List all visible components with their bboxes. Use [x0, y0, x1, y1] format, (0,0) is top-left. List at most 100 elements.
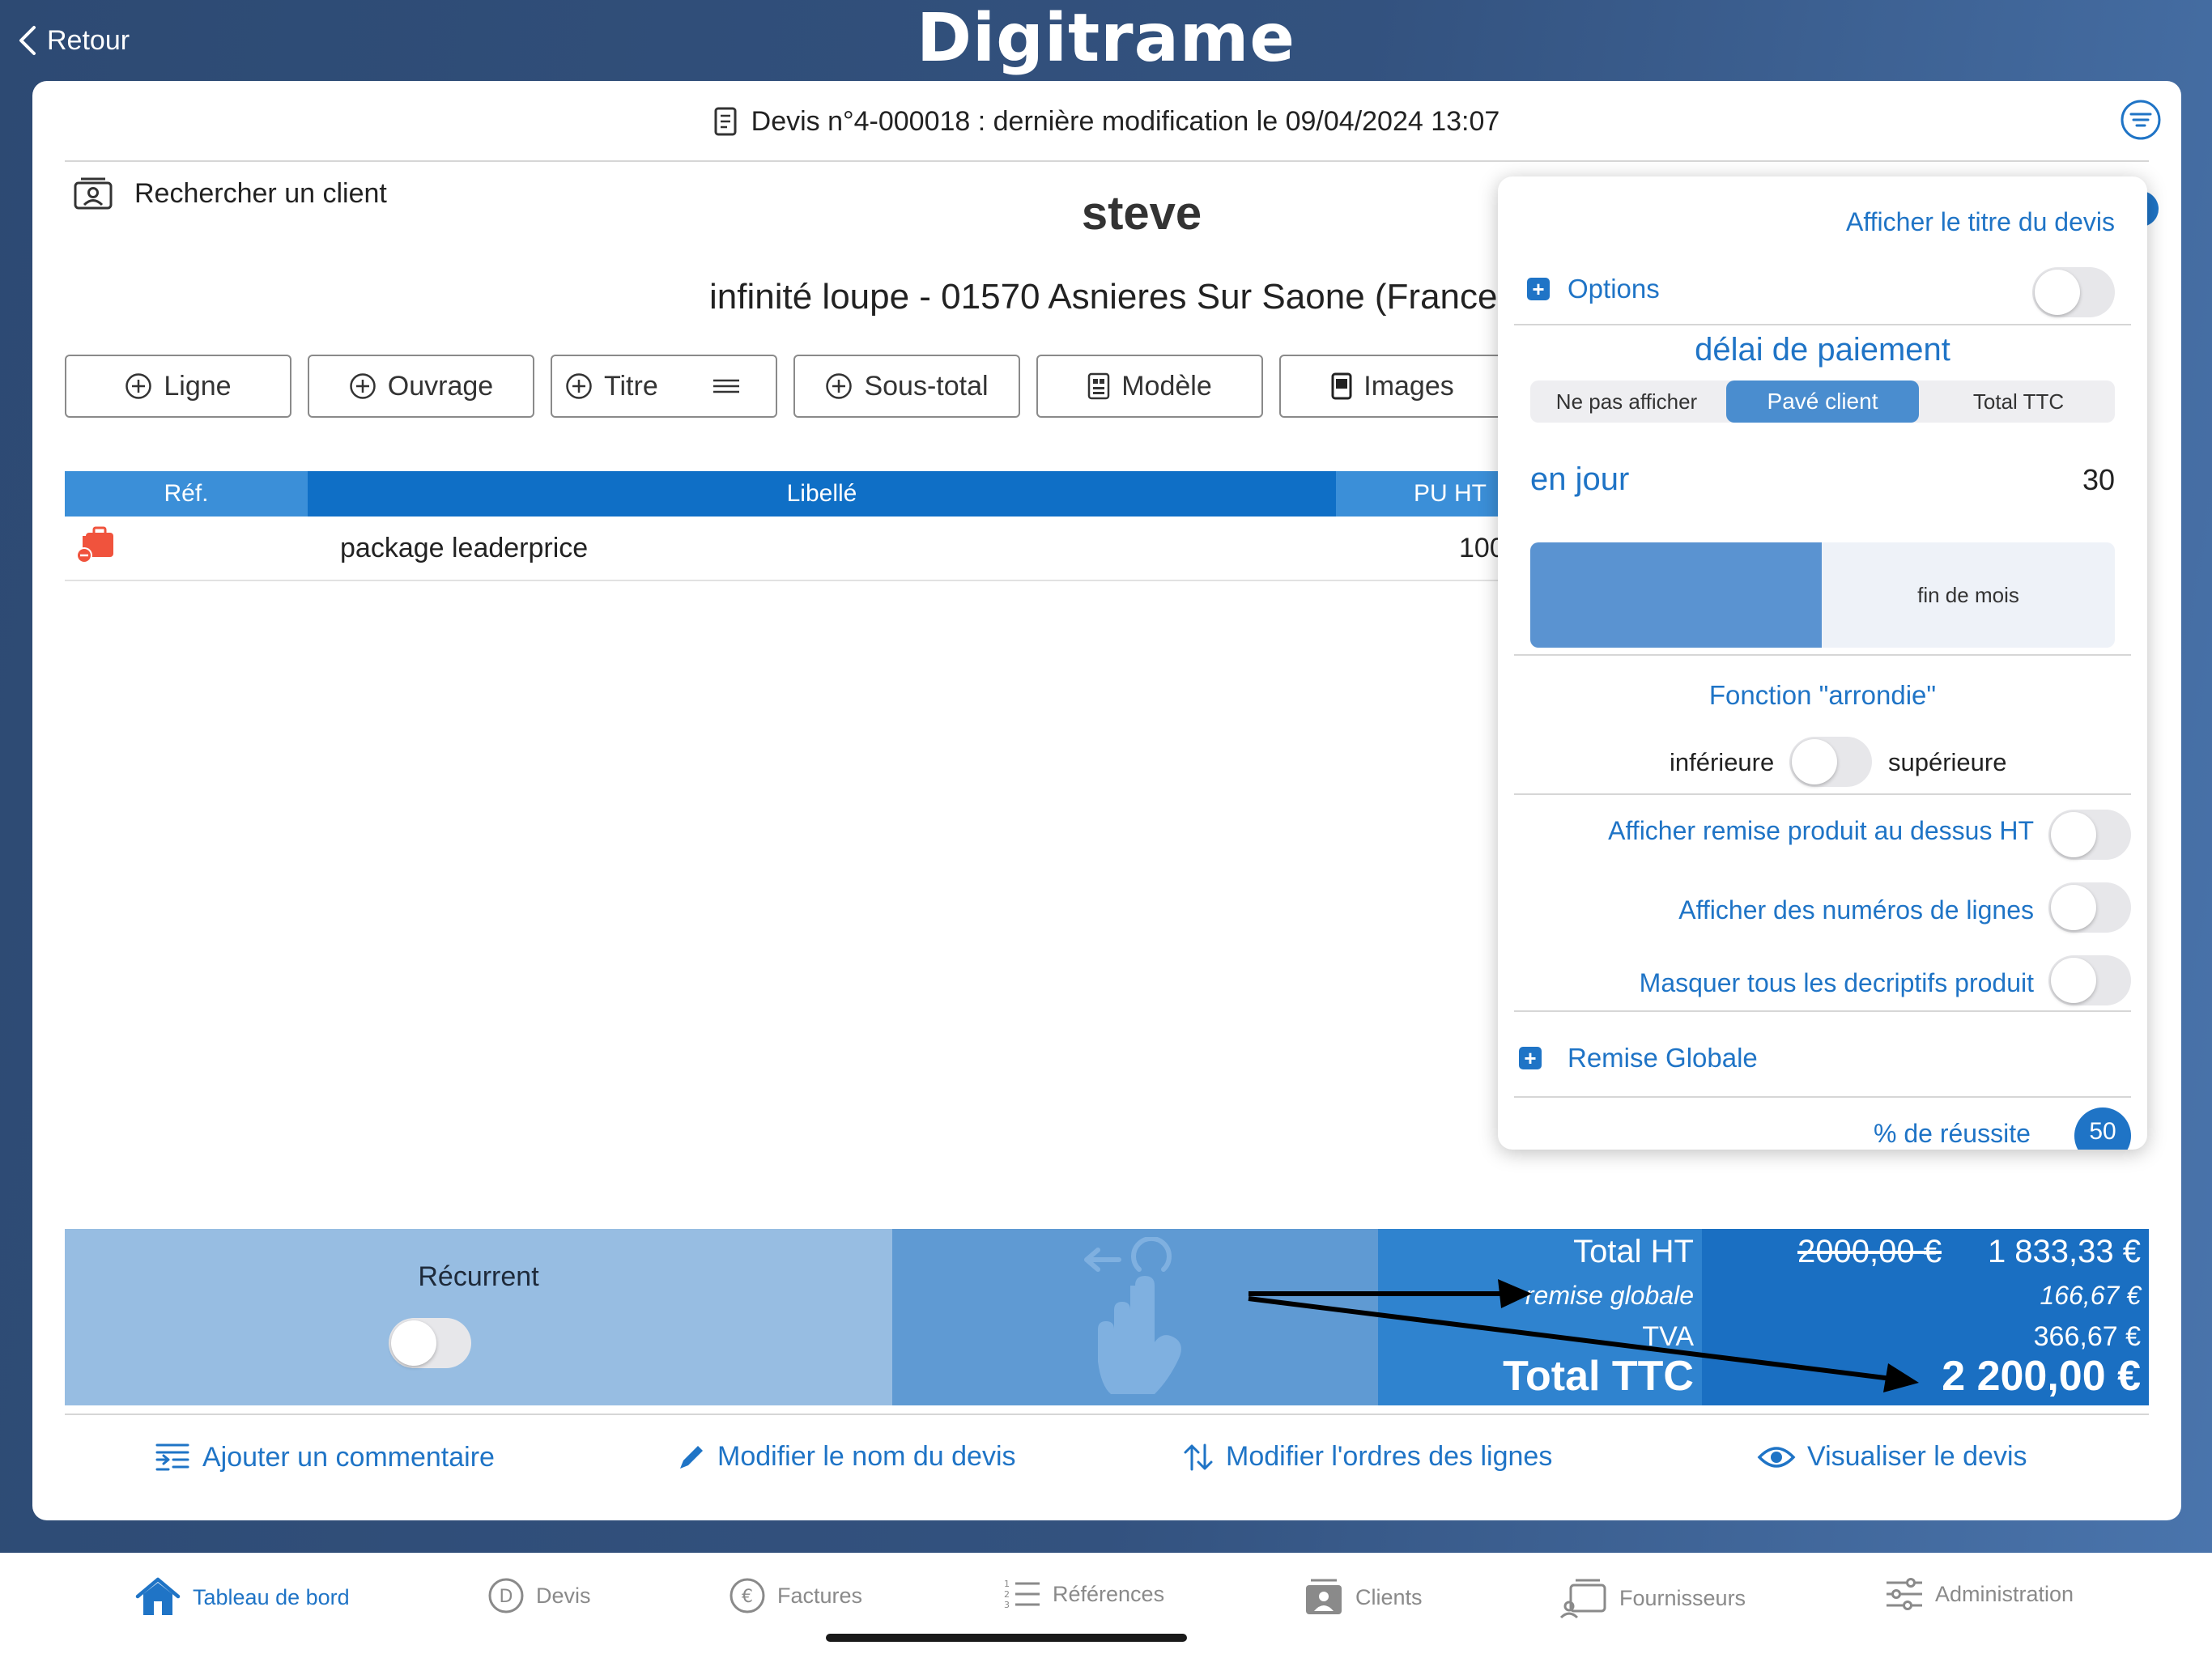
tab-fournisseurs[interactable]: Fournisseurs	[1559, 1577, 1746, 1619]
rename-quote-label: Modifier le nom du devis	[717, 1441, 1016, 1472]
add-line-label: Ligne	[164, 370, 232, 402]
client-search-button[interactable]: Rechercher un client	[73, 176, 387, 210]
options-expander[interactable]: + Options	[1527, 274, 1660, 304]
add-line-button[interactable]: Ligne	[65, 355, 291, 418]
add-title-button[interactable]: Titre	[551, 355, 777, 418]
tab-administration-label: Administration	[1935, 1581, 2074, 1606]
options-label: Options	[1568, 274, 1660, 304]
plus-circle-icon	[826, 373, 853, 399]
rounding-lower-label: inférieure	[1670, 748, 1775, 776]
rounding-title: Fonction "arrondie"	[1708, 680, 1937, 710]
tab-bar: Tableau de bord D Devis € Factures 123 R…	[0, 1553, 2212, 1658]
app-logo: Digitrame	[916, 0, 1295, 77]
delay-option-selected[interactable]	[1530, 542, 1822, 648]
tab-dashboard-label: Tableau de bord	[193, 1584, 350, 1609]
lines-icon	[713, 379, 739, 393]
show-quote-title-link[interactable]: Afficher le titre du devis	[1846, 207, 2115, 237]
show-discount-label: Afficher remise produit au dessus HT	[1608, 816, 2034, 845]
home-icon	[135, 1577, 181, 1615]
template-label: Modèle	[1121, 370, 1212, 402]
global-discount-popover-label: Remise Globale	[1568, 1043, 1758, 1073]
tab-fournisseurs-label: Fournisseurs	[1619, 1585, 1746, 1610]
tab-references[interactable]: 123 Références	[1002, 1577, 1164, 1611]
add-work-label: Ouvrage	[387, 370, 494, 402]
svg-text:1: 1	[1004, 1579, 1010, 1589]
preview-quote-button[interactable]: Visualiser le devis	[1757, 1441, 2027, 1473]
add-comment-button[interactable]: Ajouter un commentaire	[154, 1441, 495, 1473]
divider	[1514, 793, 2131, 795]
add-subtotal-button[interactable]: Sous-total	[793, 355, 1020, 418]
plus-circle-icon	[566, 373, 592, 399]
document-icon	[714, 107, 737, 136]
days-value[interactable]: 30	[2082, 463, 2115, 497]
svg-text:€: €	[742, 1587, 753, 1607]
images-button[interactable]: Images	[1279, 355, 1506, 418]
client-badge-icon	[1306, 1579, 1342, 1614]
reorder-lines-button[interactable]: Modifier l'ordres des lignes	[1182, 1441, 1552, 1473]
sliders-icon	[1887, 1578, 1922, 1610]
pencil-icon	[680, 1445, 703, 1469]
tab-clients[interactable]: Clients	[1304, 1577, 1423, 1618]
divider	[1514, 324, 2131, 325]
lines-table-header: Réf. Libellé PU HT	[65, 471, 1538, 517]
options-popover: Afficher le titre du devis + Options dél…	[1498, 176, 2147, 1150]
euro-circle-icon: €	[730, 1578, 765, 1613]
filter-menu-icon[interactable]	[2120, 99, 2162, 141]
client-name: steve	[1081, 187, 1202, 240]
success-rate-badge[interactable]: 50	[2074, 1107, 2131, 1150]
hide-descriptions-toggle[interactable]	[2048, 955, 2131, 1005]
svg-text:D: D	[500, 1587, 513, 1607]
devis-circle-icon: D	[488, 1578, 524, 1613]
svg-text:3: 3	[1004, 1600, 1010, 1610]
image-file-icon	[1331, 372, 1352, 400]
show-discount-toggle[interactable]	[2048, 810, 2131, 860]
header-divider	[65, 160, 2149, 162]
client-search-label: Rechercher un client	[134, 177, 387, 209]
row-libelle: package leaderprice	[340, 533, 589, 563]
column-libelle: Libellé	[308, 471, 1336, 517]
add-work-button[interactable]: Ouvrage	[308, 355, 534, 418]
line-numbers-label: Afficher des numéros de lignes	[1678, 895, 2034, 925]
payment-delay-title: délai de paiement	[1695, 332, 1950, 368]
document-header: Devis n°4-000018 : dernière modification…	[32, 81, 2181, 162]
add-comment-label: Ajouter un commentaire	[202, 1441, 495, 1473]
rename-quote-button[interactable]: Modifier le nom du devis	[677, 1441, 1016, 1473]
line-numbers-toggle[interactable]	[2048, 882, 2131, 933]
tab-dashboard[interactable]: Tableau de bord	[134, 1577, 350, 1618]
template-button[interactable]: Modèle	[1036, 355, 1263, 418]
svg-text:2: 2	[1004, 1589, 1010, 1600]
sort-arrows-icon	[1184, 1443, 1213, 1470]
seg-ne-pas-afficher[interactable]: Ne pas afficher	[1530, 380, 1723, 423]
totals-bar: Récurrent Total HT remise globale TVA To…	[65, 1229, 2149, 1405]
add-subtotal-label: Sous-total	[864, 370, 989, 402]
rounding-toggle[interactable]	[1789, 737, 1872, 787]
tab-devis-label: Devis	[536, 1583, 591, 1608]
tab-devis[interactable]: D Devis	[487, 1577, 591, 1614]
tab-clients-label: Clients	[1355, 1584, 1423, 1609]
global-discount-expander[interactable]: + Remise Globale	[1519, 1043, 1758, 1073]
tab-administration[interactable]: Administration	[1885, 1577, 2074, 1611]
divider	[1514, 1010, 2131, 1012]
end-of-month-option[interactable]: fin de mois	[1822, 542, 2115, 648]
plus-square-icon: +	[1527, 278, 1550, 300]
days-label: en jour	[1530, 461, 1630, 497]
divider	[1514, 654, 2131, 656]
client-address: infinité loupe - 01570 Asnieres Sur Saon…	[709, 277, 1498, 317]
reorder-lines-label: Modifier l'ordres des lignes	[1226, 1441, 1553, 1472]
supplier-icon	[1559, 1579, 1606, 1619]
plus-square-icon: +	[1519, 1047, 1542, 1069]
client-card-icon	[74, 177, 113, 210]
images-label: Images	[1363, 370, 1454, 402]
plus-circle-icon	[350, 373, 376, 399]
rounding-upper-label: supérieure	[1888, 748, 2007, 776]
table-row[interactable]: package leaderprice 1000,	[65, 518, 1538, 581]
tab-factures[interactable]: € Factures	[729, 1577, 862, 1614]
hide-descriptions-label: Masquer tous les decriptifs produit	[1639, 968, 2034, 997]
plus-circle-icon	[125, 373, 152, 399]
delete-package-icon[interactable]	[74, 526, 118, 567]
success-rate-label: % de réussite	[1874, 1119, 2031, 1148]
comment-list-icon	[155, 1443, 189, 1471]
seg-pave-client[interactable]: Pavé client	[1726, 380, 1919, 423]
options-toggle[interactable]	[2032, 267, 2115, 317]
seg-total-ttc[interactable]: Total TTC	[1922, 380, 2115, 423]
